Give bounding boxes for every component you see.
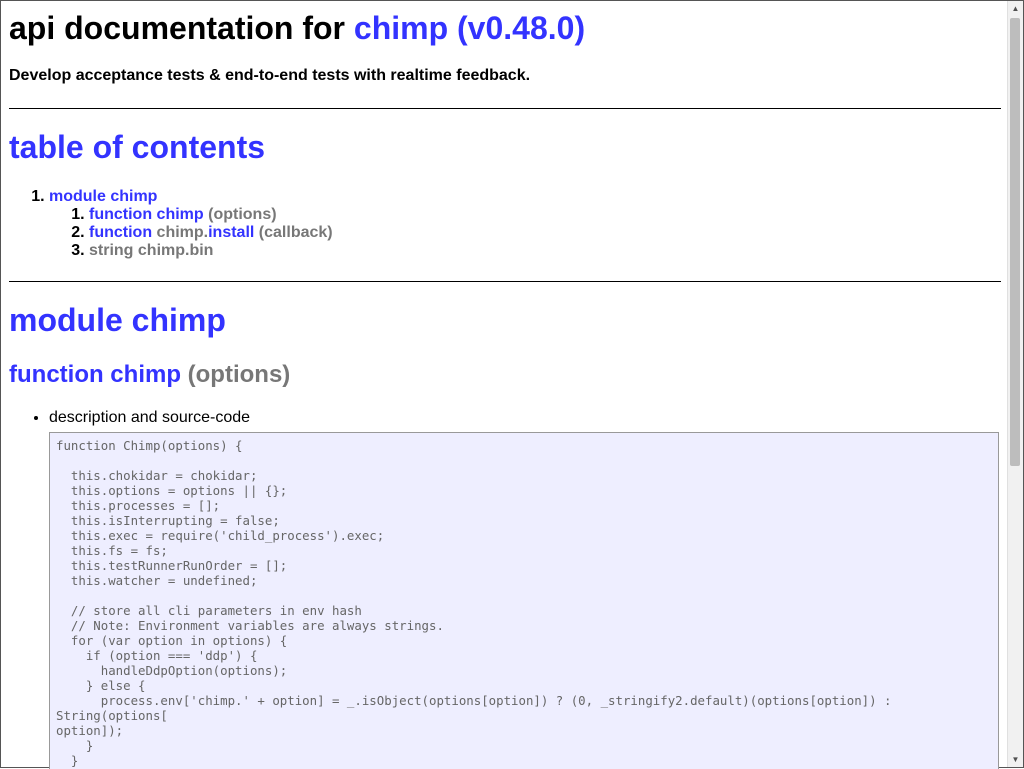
scroll-thumb[interactable] bbox=[1010, 18, 1020, 466]
toc-item-module-chimp: module chimp function chimp (options) fu… bbox=[49, 188, 333, 260]
toc-heading[interactable]: table of contents bbox=[9, 129, 265, 166]
toc-heading-link[interactable]: table of contents bbox=[9, 129, 265, 165]
function-heading-link[interactable]: function chimp bbox=[9, 361, 181, 388]
module-heading-link[interactable]: module chimp bbox=[9, 302, 226, 338]
toc-item-function-install: function chimp.install (callback) bbox=[89, 224, 333, 242]
scroll-down-arrow-icon[interactable]: ▼ bbox=[1008, 752, 1023, 767]
toc-kind: function bbox=[89, 206, 153, 223]
toc-args: (options) bbox=[208, 206, 277, 223]
package-description: Develop acceptance tests & end-to-end te… bbox=[9, 67, 531, 84]
page-title: api documentation for chimp (v0.48.0) bbox=[9, 10, 585, 47]
toc-sublist: function chimp (options) function chimp.… bbox=[49, 206, 333, 260]
divider bbox=[9, 281, 1001, 282]
vertical-scrollbar[interactable]: ▲ ▼ bbox=[1007, 1, 1023, 767]
toc-list: module chimp function chimp (options) fu… bbox=[9, 188, 333, 260]
source-code-block: function Chimp(options) { this.chokidar … bbox=[49, 432, 999, 769]
toc-item-string-bin: string chimp.bin bbox=[89, 242, 333, 260]
toc-link-module-chimp[interactable]: module chimp bbox=[49, 188, 157, 205]
toc-item-function-chimp: function chimp (options) bbox=[89, 206, 333, 224]
scroll-up-arrow-icon[interactable]: ▲ bbox=[1008, 1, 1023, 16]
divider bbox=[9, 108, 1001, 109]
function-args: (options) bbox=[187, 361, 291, 388]
source-code: function Chimp(options) { this.chokidar … bbox=[56, 438, 892, 768]
toc-name: chimp bbox=[156, 206, 204, 223]
toc-link-function-chimp[interactable]: function chimp bbox=[89, 206, 204, 223]
toc-link-function-install[interactable]: function bbox=[89, 224, 152, 241]
description-item: description and source-code bbox=[49, 409, 250, 427]
toc-string-bin: string chimp.bin bbox=[89, 242, 214, 259]
documentation-page: api documentation for chimp (v0.48.0) De… bbox=[9, 1, 1001, 769]
toc-kind: function bbox=[89, 224, 153, 241]
function-heading: function chimp (options) bbox=[9, 361, 290, 389]
toc-prefix: chimp. bbox=[156, 224, 209, 241]
description-list: description and source-code bbox=[9, 409, 250, 427]
module-heading[interactable]: module chimp bbox=[9, 302, 226, 339]
toc-args: (callback) bbox=[258, 224, 333, 241]
toc-link-install-name[interactable]: install bbox=[208, 224, 254, 241]
title-prefix: api documentation for bbox=[9, 10, 345, 46]
title-package-link[interactable]: chimp (v0.48.0) bbox=[354, 10, 585, 46]
